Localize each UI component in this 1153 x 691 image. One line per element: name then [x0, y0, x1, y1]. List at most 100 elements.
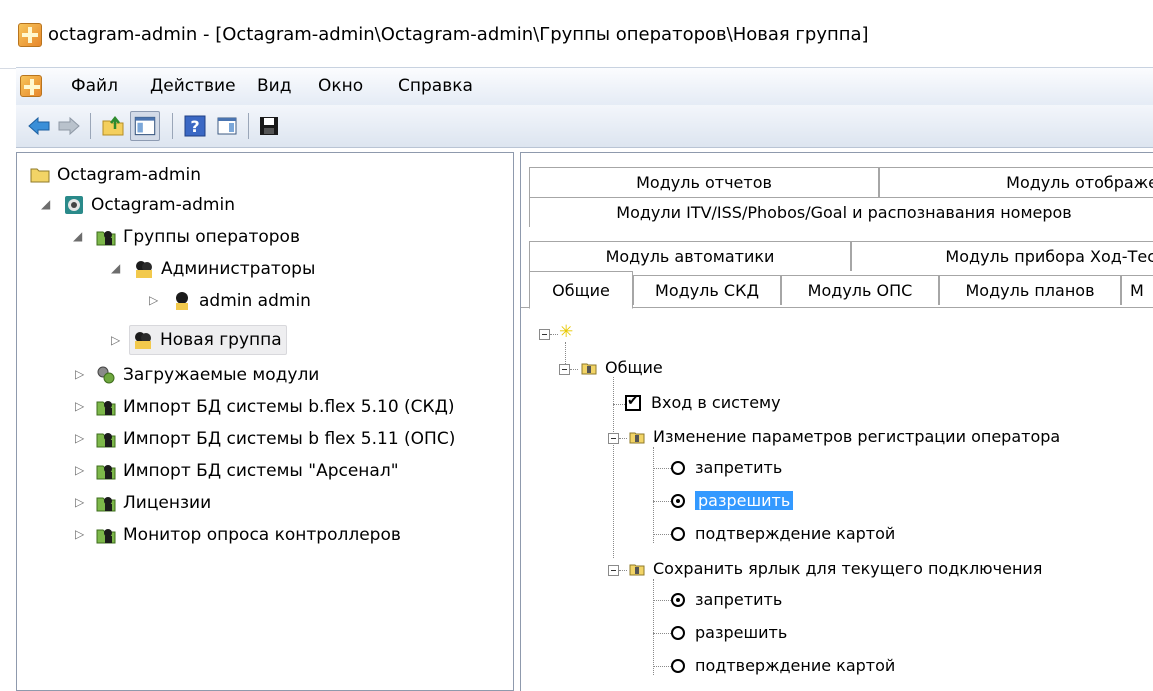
expand-arrow-icon[interactable]: ▷: [75, 495, 84, 509]
menu-bar: Файл Действие Вид Окно Справка: [16, 67, 1153, 106]
menu-window[interactable]: Окно: [318, 76, 363, 96]
option-label: запретить: [695, 458, 783, 477]
tab-ops-module[interactable]: Модуль ОПС: [781, 275, 939, 305]
tab-general[interactable]: Общие: [529, 271, 633, 309]
shortcut-allow[interactable]: разрешить: [671, 623, 787, 642]
tab-itv-module[interactable]: Модули ITV/ISS/Phobos/Goal и распознаван…: [529, 197, 1153, 227]
tree-label: admin admin: [199, 291, 311, 311]
group-folder-icon: [96, 529, 116, 544]
tree-label: Группы операторов: [123, 227, 300, 247]
group-folder-icon: [96, 465, 116, 480]
radio-button[interactable]: [671, 658, 685, 673]
reg-params-deny[interactable]: запретить: [671, 458, 782, 477]
tab-skd-module[interactable]: Модуль СКД: [633, 275, 781, 305]
folder-icon: [30, 168, 50, 183]
tree-node-loadable-modules[interactable]: Загружаемые модули: [95, 361, 319, 389]
menu-view[interactable]: Вид: [257, 76, 291, 96]
toolbar-separator: [90, 113, 91, 139]
modules-gears-icon: [97, 366, 115, 384]
radio-button-selected[interactable]: [671, 592, 685, 607]
expand-arrow-icon[interactable]: ▷: [75, 463, 84, 477]
tree-node-server[interactable]: Octagram-admin: [63, 191, 235, 219]
tree-node-administrators[interactable]: Администраторы: [133, 255, 315, 283]
shortcut-card[interactable]: подтверждение картой: [671, 656, 895, 675]
tab-display-module[interactable]: Модуль отображе: [879, 167, 1153, 197]
menu-help[interactable]: Справка: [398, 76, 473, 96]
collapse-box-icon[interactable]: [539, 329, 550, 340]
tab-automation-module[interactable]: Модуль автоматики: [529, 241, 851, 271]
group-change-reg-params[interactable]: Изменение параметров регистрации операто…: [629, 427, 1060, 446]
expand-arrow-icon[interactable]: ▷: [75, 399, 84, 413]
collapse-arrow-icon[interactable]: ◢: [73, 229, 82, 243]
tree-label: Импорт БД системы "Арсенал": [123, 461, 399, 481]
toolbar: ?: [16, 105, 1153, 148]
login-permission[interactable]: Вход в систему: [625, 393, 781, 412]
expand-arrow-icon[interactable]: ▷: [149, 293, 158, 307]
tab-more[interactable]: М: [1121, 275, 1153, 305]
tree-node-new-group[interactable]: Новая группа: [129, 325, 287, 355]
menu-file[interactable]: Файл: [71, 76, 118, 96]
tree-label: Монитор опроса контроллеров: [123, 525, 401, 545]
tree-node-admin-user[interactable]: admin admin: [171, 287, 311, 315]
radio-button[interactable]: [671, 526, 685, 541]
expand-arrow-icon[interactable]: ▷: [111, 333, 120, 347]
login-checkbox[interactable]: [625, 393, 641, 411]
tree-node-import-bflex-511[interactable]: Импорт БД системы b flex 5.11 (ОПС): [95, 425, 455, 453]
tree-node-controller-monitor[interactable]: Монитор опроса контроллеров: [95, 521, 401, 549]
group-folder-icon: [96, 497, 116, 512]
option-label: запретить: [695, 590, 783, 609]
radio-button[interactable]: [671, 460, 685, 475]
tab-plans-module[interactable]: Модуль планов: [939, 275, 1121, 305]
toolbar-separator: [248, 113, 249, 139]
tree-node-licenses[interactable]: Лицензии: [95, 489, 211, 517]
collapse-arrow-icon[interactable]: ◢: [41, 197, 50, 211]
reg-params-card[interactable]: подтверждение картой: [671, 524, 895, 543]
tree-connector: [653, 534, 671, 535]
properties-pane: Модуль отчетов Модуль отображе Модули IT…: [520, 152, 1153, 691]
navigation-tree[interactable]: Octagram-admin ◢ Octagram-admin ◢ Группы…: [16, 152, 514, 691]
forward-icon[interactable]: [56, 113, 82, 139]
collapse-box-icon[interactable]: [608, 433, 619, 444]
user-group-icon: [136, 261, 152, 278]
tree-node-root[interactable]: Octagram-admin: [29, 161, 201, 189]
tab-reports-module[interactable]: Модуль отчетов: [529, 167, 879, 197]
user-group-icon: [135, 332, 151, 349]
tree-label: Загружаемые модули: [123, 365, 320, 385]
option-label: разрешить: [695, 623, 788, 642]
tree-node-operator-groups[interactable]: Группы операторов: [95, 223, 300, 251]
window-titlebar: octagram-admin - [Octagram-admin\Octagra…: [0, 0, 1153, 69]
show-hide-tree-icon[interactable]: [130, 111, 160, 141]
action-pane-icon[interactable]: [214, 113, 240, 139]
group-general[interactable]: Общие: [581, 358, 663, 377]
expand-arrow-icon[interactable]: ▷: [75, 527, 84, 541]
collapse-box-icon[interactable]: [608, 565, 619, 576]
radio-button-selected[interactable]: [671, 493, 685, 508]
group-folder-icon: [96, 231, 116, 246]
tree-label: Импорт БД системы b flex 5.11 (ОПС): [123, 429, 456, 449]
tree-connector: [550, 334, 558, 335]
save-icon[interactable]: [256, 113, 282, 139]
group-save-shortcut[interactable]: Сохранить ярлык для текущего подключения: [629, 559, 1042, 578]
tree-connector: [653, 579, 654, 675]
radio-button[interactable]: [671, 625, 685, 640]
tree-node-import-bflex-510[interactable]: Импорт БД системы b.flex 5.10 (СКД): [95, 393, 455, 421]
collapse-box-icon[interactable]: [559, 364, 570, 375]
app-icon: [18, 23, 42, 47]
group-label: Общие: [605, 358, 663, 377]
shortcut-deny[interactable]: запретить: [671, 590, 782, 609]
system-menu-icon[interactable]: [20, 75, 42, 97]
group-label: Сохранить ярлык для текущего подключения: [653, 559, 1043, 578]
back-icon[interactable]: [26, 113, 52, 139]
svg-text:?: ?: [190, 117, 199, 136]
collapse-arrow-icon[interactable]: ◢: [111, 261, 120, 275]
tree-connector: [653, 666, 671, 667]
help-icon[interactable]: ?: [182, 113, 208, 139]
menu-action[interactable]: Действие: [150, 76, 236, 96]
permission-folder-icon: [581, 363, 597, 374]
tree-node-import-arsenal[interactable]: Импорт БД системы "Арсенал": [95, 457, 399, 485]
up-folder-icon[interactable]: [100, 113, 126, 139]
tab-hod-tes-module[interactable]: Модуль прибора Ход-Тес: [851, 241, 1153, 271]
expand-arrow-icon[interactable]: ▷: [75, 367, 84, 381]
reg-params-allow[interactable]: разрешить: [671, 491, 794, 510]
expand-arrow-icon[interactable]: ▷: [75, 431, 84, 445]
